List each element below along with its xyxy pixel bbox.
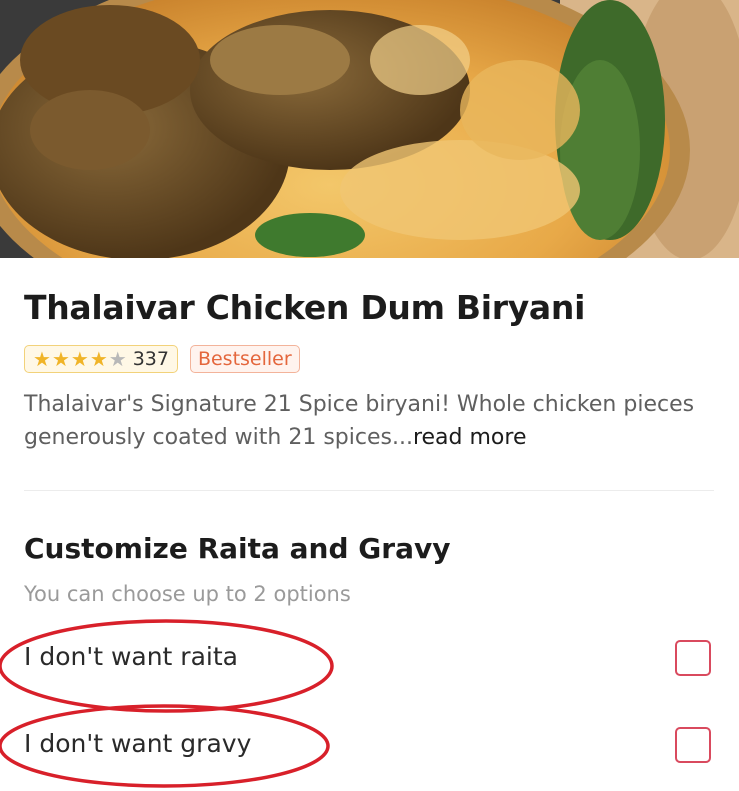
rating-stars: ★ ★ ★ ★ ★ <box>33 349 127 369</box>
bestseller-badge: Bestseller <box>189 345 300 373</box>
star-icon: ★ <box>108 347 127 371</box>
description-text: Thalaivar's Signature 21 Spice biryani! … <box>24 392 695 450</box>
dish-photo <box>0 0 739 258</box>
badges-row: ★ ★ ★ ★ ★ 337 Bestseller <box>24 345 300 373</box>
option-label: I don't want raita <box>24 642 238 671</box>
star-icon: ★ <box>70 347 89 371</box>
customize-subtitle: You can choose up to 2 options <box>24 582 351 606</box>
divider <box>24 490 714 491</box>
star-icon: ★ <box>51 347 70 371</box>
dish-title: Thalaivar Chicken Dum Biryani <box>24 288 586 327</box>
customize-title: Customize Raita and Gravy <box>24 532 451 565</box>
option-no-gravy[interactable]: I don't want gravy <box>0 715 739 775</box>
option-no-raita[interactable]: I don't want raita <box>0 628 739 688</box>
option-label: I don't want gravy <box>24 729 252 758</box>
read-more-link[interactable]: read more <box>413 425 527 450</box>
checkbox-icon[interactable] <box>675 727 711 763</box>
star-icon: ★ <box>33 347 51 371</box>
star-icon: ★ <box>89 347 108 371</box>
dish-description: Thalaivar's Signature 21 Spice biryani! … <box>24 388 714 454</box>
rating-badge: ★ ★ ★ ★ ★ 337 <box>24 345 178 373</box>
checkbox-icon[interactable] <box>675 640 711 676</box>
rating-count: 337 <box>132 348 169 370</box>
